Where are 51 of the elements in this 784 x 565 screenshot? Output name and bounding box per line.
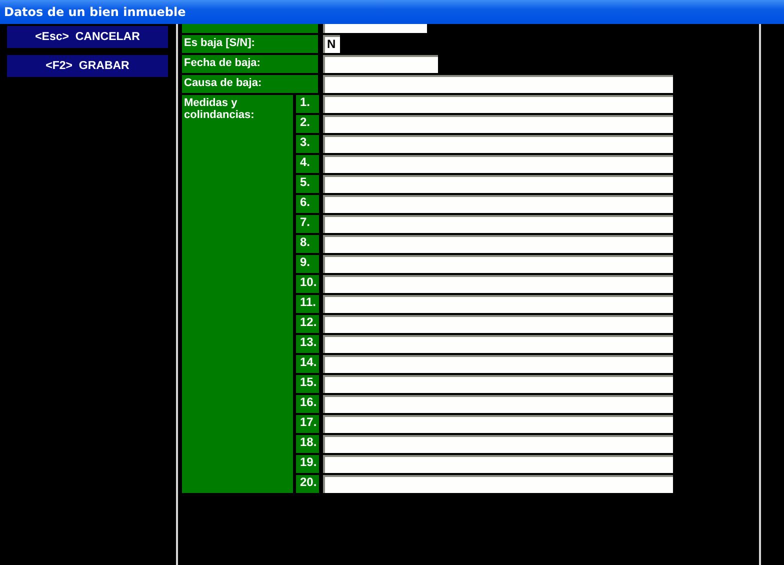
key-button[interactable]: <F2> GRABAR	[7, 55, 168, 77]
line-number: 19.	[296, 455, 319, 473]
line-number: 12.	[296, 315, 319, 333]
line-number: 4.	[296, 155, 319, 173]
line-number: 5.	[296, 175, 319, 193]
line-number: 18.	[296, 435, 319, 453]
input-field[interactable]	[323, 455, 673, 473]
input-field[interactable]	[323, 24, 427, 33]
input-field[interactable]: N	[323, 35, 340, 53]
line-number: 2.	[296, 115, 319, 133]
input-field[interactable]	[323, 195, 673, 213]
field-label: Fecha de baja:	[182, 55, 318, 73]
line-number: 10.	[296, 275, 319, 293]
input-field[interactable]	[323, 75, 673, 93]
field-label: Es baja [S/N]:	[182, 35, 318, 53]
input-field[interactable]	[323, 375, 673, 393]
line-number: 9.	[296, 255, 319, 273]
line-number: 14.	[296, 355, 319, 373]
window-title: Datos de un bien inmueble	[4, 5, 186, 19]
input-field[interactable]	[323, 135, 673, 153]
input-field[interactable]	[323, 335, 673, 353]
input-field[interactable]	[323, 215, 673, 233]
line-number: 11.	[296, 295, 319, 313]
key-button[interactable]: <Esc> CANCELAR	[7, 26, 168, 48]
line-number: 15.	[296, 375, 319, 393]
line-number: 3.	[296, 135, 319, 153]
input-field[interactable]	[323, 155, 673, 173]
input-field[interactable]	[323, 235, 673, 253]
line-number: 6.	[296, 195, 319, 213]
input-field[interactable]	[323, 475, 673, 493]
line-number: 16.	[296, 395, 319, 413]
line-number: 17.	[296, 415, 319, 433]
input-field[interactable]	[323, 275, 673, 293]
line-number: 8.	[296, 235, 319, 253]
input-field[interactable]	[323, 355, 673, 373]
line-number: 20.	[296, 475, 319, 493]
input-field[interactable]	[323, 395, 673, 413]
input-field[interactable]	[323, 315, 673, 333]
line-number: 13.	[296, 335, 319, 353]
field-label: Causa de baja:	[182, 75, 318, 93]
line-number: 1.	[296, 95, 319, 113]
input-field[interactable]	[323, 175, 673, 193]
line-number: 7.	[296, 215, 319, 233]
input-field[interactable]	[323, 255, 673, 273]
input-field[interactable]	[323, 115, 673, 133]
input-field[interactable]	[323, 95, 673, 113]
input-field[interactable]	[323, 415, 673, 433]
input-field[interactable]	[323, 55, 438, 73]
field-label: Medidas y colindancias:	[182, 95, 293, 493]
input-field[interactable]	[323, 295, 673, 313]
input-field[interactable]	[323, 435, 673, 453]
